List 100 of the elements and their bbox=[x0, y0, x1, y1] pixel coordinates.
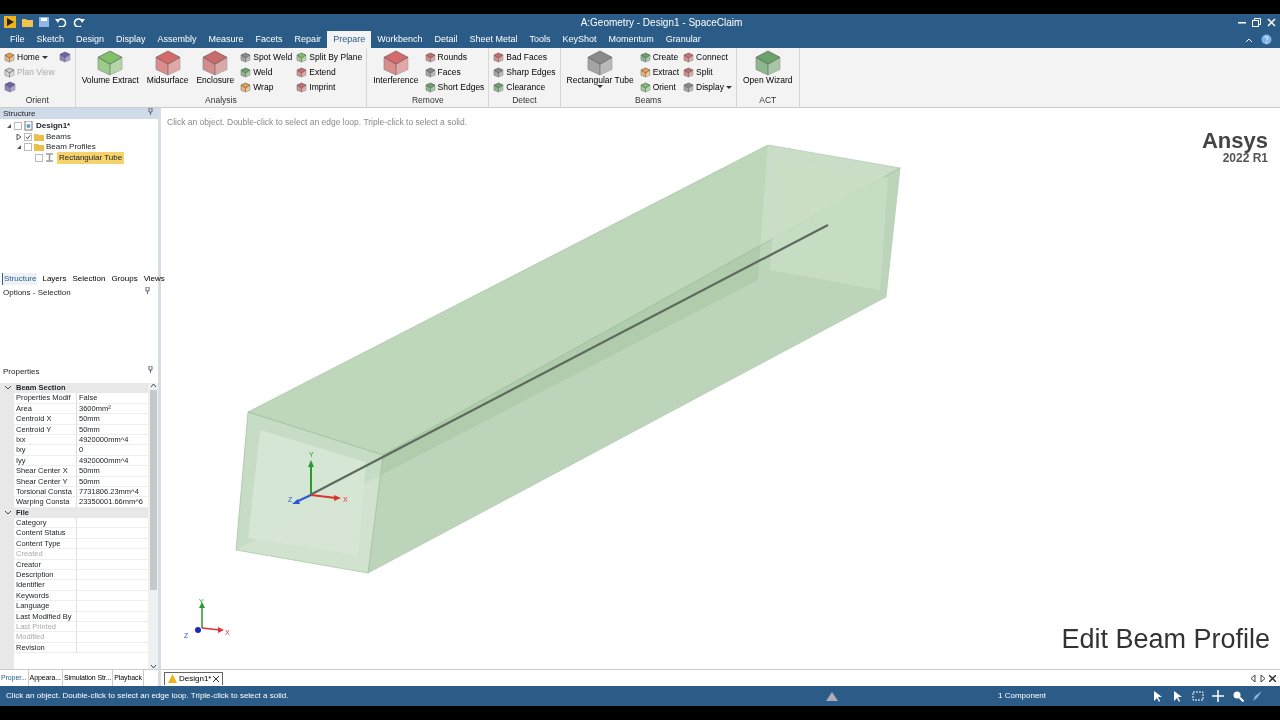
panel-tab[interactable]: Selection bbox=[71, 273, 107, 285]
undo-icon[interactable] bbox=[55, 17, 67, 27]
panel-tab[interactable]: Structure bbox=[2, 273, 38, 285]
help-icon[interactable] bbox=[1261, 34, 1272, 45]
ribbon-button[interactable]: Connect bbox=[683, 50, 732, 64]
scroll-up-icon[interactable] bbox=[149, 383, 157, 388]
ribbon-tab[interactable]: Sheet Metal bbox=[463, 31, 524, 48]
checkbox[interactable] bbox=[14, 122, 22, 131]
group-label: Detect bbox=[511, 94, 538, 107]
cursor-icon[interactable] bbox=[1152, 690, 1164, 702]
redo-icon[interactable] bbox=[73, 17, 85, 27]
ribbon-button[interactable]: Imprint bbox=[296, 80, 363, 94]
ribbon-tab[interactable]: Prepare bbox=[327, 31, 372, 48]
ribbon-button[interactable]: Home bbox=[4, 50, 55, 64]
pin-icon[interactable] bbox=[148, 108, 153, 115]
cube-icon bbox=[154, 50, 181, 76]
ribbon-button[interactable]: Sharp Edges bbox=[493, 65, 556, 79]
ribbon-button[interactable]: Split By Plane bbox=[296, 50, 363, 64]
checkbox[interactable] bbox=[24, 132, 32, 141]
scroll-right-icon[interactable] bbox=[1260, 674, 1265, 682]
tree-item[interactable]: Beams bbox=[46, 130, 71, 143]
move-icon[interactable] bbox=[1212, 690, 1224, 702]
ribbon-button[interactable]: Enclosure bbox=[194, 50, 237, 95]
cube-icon bbox=[639, 66, 651, 78]
tree-item[interactable]: Design1* bbox=[36, 120, 71, 133]
ribbon-tab[interactable]: Sketch bbox=[30, 31, 71, 48]
cube-icon bbox=[683, 66, 695, 78]
ribbon-button[interactable]: Extend bbox=[296, 65, 363, 79]
ribbon-tab[interactable]: Facets bbox=[249, 31, 289, 48]
ribbon-tab[interactable]: Tools bbox=[523, 31, 557, 48]
cube-icon bbox=[382, 50, 409, 76]
ribbon-tab[interactable]: Measure bbox=[202, 31, 250, 48]
ribbon-button[interactable]: Faces bbox=[424, 65, 485, 79]
scroll-left-icon[interactable] bbox=[1251, 674, 1256, 682]
cursor-icon[interactable] bbox=[1172, 690, 1184, 702]
ribbon-button[interactable]: Split bbox=[683, 65, 732, 79]
zoom-icon[interactable] bbox=[1232, 690, 1244, 702]
panel-title: Properties bbox=[3, 366, 40, 377]
checkbox[interactable] bbox=[35, 153, 43, 162]
ribbon-tab[interactable]: Display bbox=[110, 31, 152, 48]
scrollbar[interactable] bbox=[148, 383, 158, 669]
ribbon-button[interactable]: Extract bbox=[639, 65, 680, 79]
ribbon-tab[interactable]: Detail bbox=[428, 31, 464, 48]
cube-icon bbox=[683, 81, 695, 93]
ribbon-button[interactable]: Clearance bbox=[493, 80, 556, 94]
tree-item[interactable]: Rectangular Tube bbox=[57, 151, 125, 164]
triangle-icon[interactable] bbox=[826, 691, 838, 701]
ribbon-tab[interactable]: Momentum bbox=[602, 31, 660, 48]
pin-icon[interactable] bbox=[148, 366, 153, 373]
ribbon-tab[interactable]: Design bbox=[70, 31, 111, 48]
ribbon-tab[interactable]: Repair bbox=[288, 31, 328, 48]
ribbon-button[interactable]: Short Edges bbox=[424, 80, 485, 94]
ribbon-button[interactable]: Volume Extract bbox=[79, 50, 141, 95]
ribbon-button[interactable]: Open Wizard bbox=[740, 50, 795, 95]
window-title: A:Geometry - Design1 - SpaceClaim bbox=[579, 15, 744, 30]
cube-icon bbox=[240, 81, 252, 93]
panel-title: Options - Selection bbox=[3, 287, 71, 299]
cube-icon bbox=[202, 50, 229, 76]
ribbon-tab[interactable]: File bbox=[4, 31, 31, 48]
ribbon-button[interactable]: Spot Weld bbox=[240, 50, 293, 64]
close-icon[interactable] bbox=[213, 675, 220, 682]
panel-tab[interactable]: Groups bbox=[110, 273, 139, 285]
ribbon-tab[interactable]: Workbench bbox=[371, 31, 429, 48]
close-icon[interactable] bbox=[1269, 674, 1276, 682]
ribbon-button[interactable]: Display bbox=[683, 80, 732, 94]
ribbon-button[interactable]: Weld bbox=[240, 65, 293, 79]
ribbon-button[interactable]: Rounds bbox=[424, 50, 485, 64]
view-cube-icon[interactable] bbox=[58, 51, 71, 63]
ribbon-button[interactable]: Bad Faces bbox=[493, 50, 556, 64]
expand-icon[interactable] bbox=[16, 133, 22, 140]
cube-icon bbox=[296, 81, 308, 93]
restore-icon[interactable] bbox=[1252, 17, 1261, 27]
ribbon-button[interactable]: Interference bbox=[371, 50, 421, 95]
checkbox[interactable] bbox=[24, 143, 32, 152]
collapse-icon[interactable] bbox=[16, 144, 22, 151]
ribbon-button[interactable]: Orient bbox=[639, 80, 680, 94]
cube-icon bbox=[754, 50, 781, 76]
document-tab[interactable]: Design1* bbox=[164, 671, 224, 685]
ribbon-tab[interactable]: KeyShot bbox=[556, 31, 603, 48]
scroll-down-icon[interactable] bbox=[149, 664, 157, 669]
ribbon-button[interactable]: Midsurface bbox=[144, 50, 191, 95]
collapse-icon[interactable] bbox=[6, 123, 12, 130]
folder-icon[interactable] bbox=[22, 17, 33, 27]
selection-box-icon[interactable] bbox=[1192, 690, 1204, 702]
panel-tab[interactable]: Views bbox=[142, 273, 166, 285]
tree-item[interactable]: Beam Profiles bbox=[46, 141, 96, 154]
brand-logo: Ansys bbox=[1201, 130, 1268, 152]
ribbon-button[interactable]: Create bbox=[639, 50, 680, 64]
ribbon-button[interactable]: Rectangular Tube bbox=[564, 50, 636, 95]
pencil-icon[interactable] bbox=[1252, 690, 1264, 702]
cube-icon bbox=[424, 66, 436, 78]
hint-text: Click an object. Double-click to select an edge loop. Triple-click to select a solid. bbox=[166, 116, 468, 129]
ribbon-tab[interactable]: Assembly bbox=[151, 31, 203, 48]
panel-tab[interactable]: Layers bbox=[41, 273, 68, 285]
collapse-icon[interactable] bbox=[1245, 36, 1253, 43]
view-cube-icon[interactable] bbox=[4, 81, 16, 93]
folder-icon bbox=[34, 131, 44, 142]
ribbon-button[interactable]: Wrap bbox=[240, 80, 293, 94]
pin-icon[interactable] bbox=[145, 287, 150, 294]
ribbon-tab[interactable]: Granular bbox=[659, 31, 707, 48]
